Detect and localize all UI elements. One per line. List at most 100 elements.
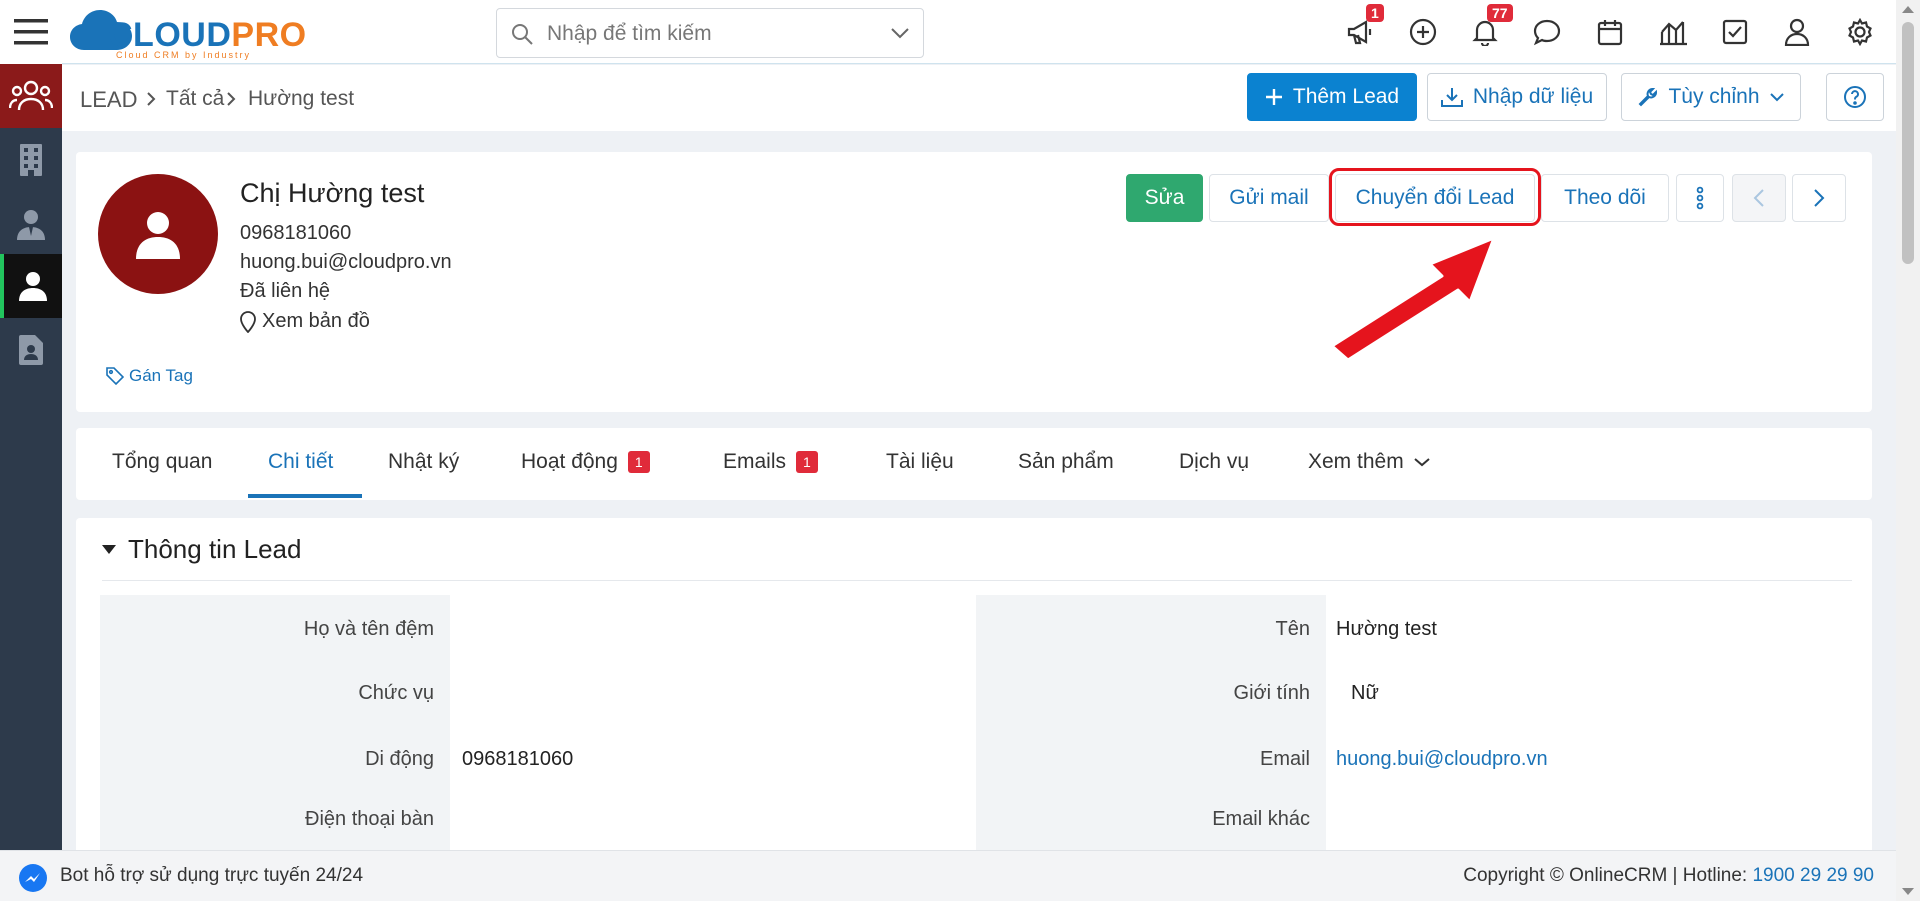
sidebar-item-documents[interactable]: [0, 318, 62, 382]
sidebar-item-leads[interactable]: [0, 64, 62, 128]
sidebar-item-contacts[interactable]: [0, 192, 62, 256]
add-tag-link[interactable]: Gán Tag: [106, 366, 193, 386]
chevron-right-icon: [227, 92, 236, 106]
tab-more-label: Xem thêm: [1308, 450, 1404, 473]
chevron-right-icon: [147, 92, 156, 106]
calendar-icon: [1597, 20, 1623, 46]
quick-create-button[interactable]: [1407, 16, 1439, 48]
sidebar-item-organizations[interactable]: [0, 128, 62, 192]
tab-documents[interactable]: Tài liệu: [886, 450, 954, 474]
calendar-button[interactable]: [1594, 16, 1626, 48]
previous-record-button[interactable]: [1732, 174, 1786, 222]
field-value[interactable]: Hường test: [1336, 618, 1437, 641]
scroll-down-arrow[interactable]: [1902, 888, 1914, 895]
menu-toggle-button[interactable]: [0, 0, 62, 64]
tab-emails[interactable]: Emails 1: [723, 450, 818, 474]
add-lead-button[interactable]: Thêm Lead: [1247, 73, 1417, 121]
support-bot-link[interactable]: Bot hỗ trợ sử dụng trực tuyến 24/24: [60, 865, 363, 887]
tag-icon: [106, 367, 124, 385]
scroll-up-arrow[interactable]: [1902, 6, 1914, 13]
chat-button[interactable]: [1531, 16, 1563, 48]
tab-documents-label: Tài liệu: [886, 450, 954, 473]
chevron-left-icon: [1753, 189, 1764, 207]
user-profile-button[interactable]: [1781, 16, 1813, 48]
lead-phone[interactable]: 0968181060: [240, 222, 351, 245]
red-arrow-annotation: [1330, 236, 1496, 358]
map-link[interactable]: Xem bản đồ: [240, 310, 370, 333]
vertical-dots-icon: [1696, 186, 1704, 210]
tab-services-label: Dịch vụ: [1179, 450, 1250, 473]
field-value[interactable]: Nữ: [1351, 682, 1379, 705]
lead-info-section: Thông tin Lead Họ và tên đệm Chức vụ Di …: [76, 518, 1872, 858]
help-button[interactable]: [1826, 73, 1884, 121]
bell-icon: [1472, 20, 1498, 46]
help-icon: [1844, 86, 1866, 108]
breadcrumb-current: Hường test: [248, 87, 355, 110]
field-value[interactable]: 0968181060: [462, 748, 573, 771]
hotline-link[interactable]: 1900 29 29 90: [1752, 865, 1874, 886]
breadcrumb-root[interactable]: LEAD: [80, 87, 137, 113]
checkbox-icon: [1722, 19, 1748, 45]
plus-circle-icon: [1409, 18, 1437, 46]
reports-button[interactable]: [1657, 16, 1689, 48]
plus-icon: [1265, 89, 1282, 105]
tab-activities[interactable]: Hoạt động 1: [521, 450, 650, 474]
tab-products-label: Sản phẩm: [1018, 450, 1114, 473]
tab-overview[interactable]: Tổng quan: [112, 450, 212, 474]
search-icon: [512, 24, 533, 45]
users-group-icon: [9, 80, 53, 111]
import-data-label: Nhập dữ liệu: [1472, 85, 1594, 108]
section-header[interactable]: Thông tin Lead: [102, 534, 301, 565]
edit-button[interactable]: Sửa: [1126, 174, 1203, 222]
more-actions-button[interactable]: [1676, 174, 1724, 222]
copyright-text: Copyright © OnlineCRM | Hotline: 1900 29…: [1463, 865, 1874, 887]
top-header: CLOUDPRO Cloud CRM by Industry 1 77: [62, 0, 1896, 64]
next-record-button[interactable]: [1792, 174, 1846, 222]
contact-card-icon: [19, 335, 43, 365]
page-scrollbar[interactable]: [1896, 0, 1920, 901]
messenger-icon[interactable]: [18, 863, 48, 893]
lead-name: Chị Hường test: [240, 178, 425, 208]
settings-button[interactable]: [1844, 16, 1876, 48]
announcement-badge: 1: [1366, 4, 1384, 22]
sidebar-item-lead[interactable]: [0, 254, 62, 318]
announcement-button[interactable]: 1: [1344, 4, 1384, 48]
tab-products[interactable]: Sản phẩm: [1018, 450, 1114, 474]
notifications-badge: 77: [1487, 4, 1513, 22]
notifications-button[interactable]: 77: [1469, 4, 1513, 48]
breadcrumb-all[interactable]: Tất cả: [166, 87, 224, 111]
section-divider: [102, 580, 1852, 581]
lead-email[interactable]: huong.bui@cloudpro.vn: [240, 251, 452, 274]
person-icon: [136, 212, 180, 259]
field-label: Tên: [1275, 618, 1310, 640]
building-icon: [20, 144, 42, 176]
tasks-button[interactable]: [1719, 16, 1751, 48]
tab-services[interactable]: Dịch vụ: [1179, 450, 1249, 474]
field-label: Điện thoại bàn: [305, 808, 434, 830]
tab-details-label: Chi tiết: [268, 450, 334, 473]
hamburger-icon: [14, 19, 48, 45]
map-link-label: Xem bản đồ: [262, 310, 370, 332]
field-label: Chức vụ: [358, 682, 434, 704]
chevron-down-icon: [1769, 93, 1784, 102]
cloudpro-logo[interactable]: CLOUDPRO Cloud CRM by Industry: [70, 6, 306, 60]
add-lead-label: Thêm Lead: [1292, 85, 1400, 108]
scroll-thumb[interactable]: [1902, 22, 1914, 264]
send-mail-button[interactable]: Gửi mail: [1209, 174, 1329, 222]
tab-history-label: Nhật ký: [388, 450, 460, 473]
import-data-button[interactable]: Nhập dữ liệu: [1427, 73, 1607, 121]
field-value-email[interactable]: huong.bui@cloudpro.vn: [1336, 748, 1548, 771]
map-pin-icon: [240, 310, 256, 333]
record-tabs: Tổng quan Chi tiết Nhật ký Hoạt động 1 E…: [76, 428, 1872, 500]
lead-status: Đã liên hệ: [240, 280, 331, 302]
follow-label: Theo dõi: [1564, 186, 1646, 209]
tab-details[interactable]: Chi tiết: [268, 450, 333, 474]
customize-dropdown[interactable]: Tùy chỉnh: [1621, 73, 1801, 121]
chevron-down-icon[interactable]: [891, 27, 909, 39]
customize-label: Tùy chỉnh: [1668, 85, 1760, 108]
global-search[interactable]: [496, 8, 924, 58]
tab-history[interactable]: Nhật ký: [388, 450, 459, 474]
tab-more[interactable]: Xem thêm: [1308, 450, 1430, 474]
search-input[interactable]: [547, 20, 867, 48]
follow-button[interactable]: Theo dõi: [1541, 174, 1669, 222]
